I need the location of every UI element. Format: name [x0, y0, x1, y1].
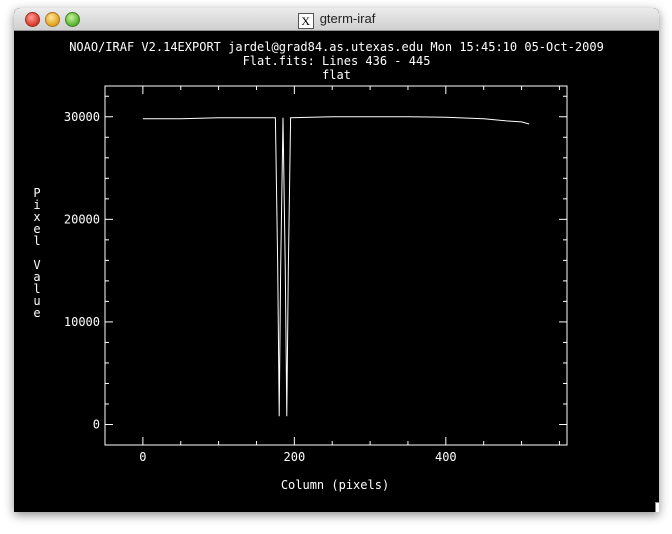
plot-frame — [104, 85, 568, 446]
window-title: gterm-iraf — [319, 11, 376, 26]
plot-chart: 0 200 400 0 10000 20000 30000 Column (pixels)… — [33, 85, 568, 492]
x-tick-label: 0 — [139, 450, 146, 464]
y-tick-label: 10000 — [64, 315, 100, 329]
y-axis-label: Pixel Value — [33, 186, 40, 320]
terminal-content[interactable]: NOAO/IRAF V2.14EXPORT jardel@grad84.as.u… — [14, 31, 659, 512]
x11-icon: X — [297, 13, 314, 29]
y-tick-label: 30000 — [64, 110, 100, 124]
resize-grip-icon[interactable] — [655, 502, 659, 512]
x-tick-label: 200 — [284, 450, 306, 464]
x-axis-label: Column (pixels) — [281, 478, 389, 492]
window-title-area: Xgterm-iraf — [14, 11, 659, 29]
y-tick-label: 20000 — [64, 212, 100, 226]
gterm-window: Xgterm-iraf NOAO/IRAF V2.14EXPORT jardel… — [14, 8, 659, 512]
y-tick-label: 0 — [93, 417, 100, 431]
data-series-line — [142, 116, 530, 417]
y-axis-label-char: e — [33, 306, 40, 320]
x-tick-label: 400 — [435, 450, 457, 464]
y-axis-label-char: l — [33, 234, 40, 248]
title-bar[interactable]: Xgterm-iraf — [14, 8, 659, 31]
